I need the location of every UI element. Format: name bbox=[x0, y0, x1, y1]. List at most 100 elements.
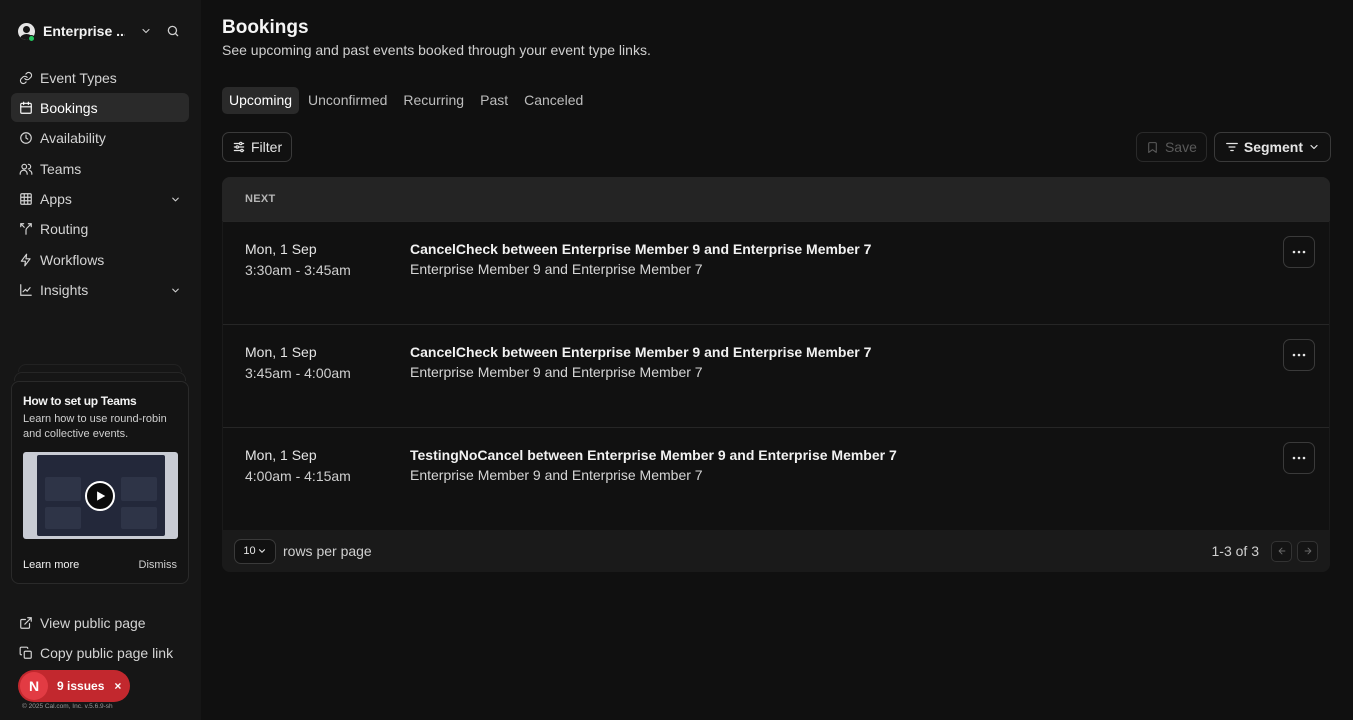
toolbar: Filter Save Segment bbox=[222, 132, 1331, 162]
search-icon[interactable] bbox=[163, 21, 183, 41]
sidebar-item-teams[interactable]: Teams bbox=[11, 154, 189, 183]
thumbnail-card bbox=[45, 477, 81, 501]
sidebar-item-label: Insights bbox=[40, 282, 89, 299]
next-page-button[interactable] bbox=[1297, 540, 1318, 562]
rows-per-page-value: 10 bbox=[243, 545, 256, 557]
learn-more-link[interactable]: Learn more bbox=[23, 559, 79, 571]
bookings-table: NEXT Mon, 1 Sep 3:30am - 3:45am CancelCh… bbox=[222, 177, 1330, 572]
sidebar-item-bookings[interactable]: Bookings bbox=[11, 93, 189, 123]
sidebar-item-workflows[interactable]: Workflows bbox=[11, 245, 189, 274]
more-actions-button[interactable] bbox=[1283, 442, 1315, 474]
filter-lines-icon bbox=[1225, 140, 1239, 154]
tab-unconfirmed[interactable]: Unconfirmed bbox=[301, 87, 394, 114]
view-public-page-link[interactable]: View public page bbox=[11, 608, 189, 637]
chevron-down-icon bbox=[139, 24, 153, 38]
booking-title: CancelCheck between Enterprise Member 9 … bbox=[410, 344, 872, 360]
copy-icon bbox=[19, 646, 33, 660]
chart-icon bbox=[19, 283, 33, 297]
chevron-down-icon bbox=[169, 193, 181, 205]
sidebar-item-label: Bookings bbox=[40, 99, 98, 116]
split-icon bbox=[19, 222, 33, 236]
save-segment-button[interactable]: Save bbox=[1135, 132, 1207, 162]
segment-label: Segment bbox=[1243, 139, 1303, 155]
more-actions-button[interactable] bbox=[1283, 339, 1315, 371]
thumbnail-card bbox=[45, 507, 81, 529]
arrow-right-icon bbox=[1304, 547, 1311, 555]
promo-video-thumbnail[interactable] bbox=[23, 452, 178, 539]
sidebar-item-apps[interactable]: Apps bbox=[11, 185, 189, 214]
bookmark-icon bbox=[1146, 140, 1160, 154]
booking-attendees: Enterprise Member 9 and Enterprise Membe… bbox=[410, 364, 703, 380]
link-icon bbox=[19, 71, 33, 85]
sidebar-item-label: Workflows bbox=[40, 251, 105, 268]
play-icon[interactable] bbox=[85, 481, 115, 511]
table-footer: 10 rows per page 1-3 of 3 bbox=[222, 530, 1330, 572]
online-status-dot bbox=[28, 35, 35, 42]
clock-icon bbox=[19, 131, 33, 145]
promo-card: How to set up Teams Learn how to use rou… bbox=[11, 381, 189, 584]
prev-page-button[interactable] bbox=[1271, 540, 1292, 562]
sidebar-item-label: Copy public page link bbox=[40, 644, 174, 661]
table-row[interactable]: Mon, 1 Sep 4:00am - 4:15am TestingNoCanc… bbox=[223, 427, 1329, 530]
filter-button[interactable]: Filter bbox=[222, 132, 293, 162]
filter-label: Filter bbox=[251, 139, 283, 155]
booking-when: Mon, 1 Sep 3:30am - 3:45am bbox=[245, 239, 351, 281]
booking-when: Mon, 1 Sep 3:45am - 4:00am bbox=[245, 342, 351, 384]
booking-time: 4:00am - 4:15am bbox=[245, 468, 351, 484]
sidebar-item-label: Availability bbox=[40, 130, 106, 147]
more-actions-button[interactable] bbox=[1283, 236, 1315, 268]
external-link-icon bbox=[19, 616, 33, 630]
issues-count: 9 issues bbox=[57, 679, 105, 693]
promo-description: Learn how to use round-robin and collect… bbox=[23, 413, 167, 440]
main-content: Bookings See upcoming and past events bo… bbox=[201, 0, 1353, 720]
sidebar-item-routing[interactable]: Routing bbox=[11, 215, 189, 244]
sidebar-item-label: Event Types bbox=[40, 69, 117, 86]
booking-attendees: Enterprise Member 9 and Enterprise Membe… bbox=[410, 261, 703, 277]
zap-icon bbox=[19, 253, 33, 267]
sidebar-nav: Event Types Bookings Availability Teams … bbox=[0, 63, 201, 305]
booking-time: 3:45am - 4:00am bbox=[245, 365, 351, 381]
booking-date: Mon, 1 Sep bbox=[245, 447, 317, 463]
sidebar-item-insights[interactable]: Insights bbox=[11, 276, 189, 305]
close-icon[interactable]: × bbox=[114, 679, 121, 693]
promo-stack-shadow bbox=[14, 372, 186, 381]
tab-recurring[interactable]: Recurring bbox=[396, 87, 471, 114]
app-root: Enterprise ... Event Types Bookings Avai… bbox=[0, 0, 1353, 720]
issues-badge[interactable]: N 9 issues × bbox=[18, 670, 130, 702]
segment-dropdown[interactable]: Segment bbox=[1213, 132, 1331, 162]
sidebar: Enterprise ... Event Types Bookings Avai… bbox=[0, 0, 201, 720]
table-row[interactable]: Mon, 1 Sep 3:45am - 4:00am CancelCheck b… bbox=[223, 324, 1329, 427]
page-subtitle: See upcoming and past events booked thro… bbox=[222, 42, 651, 58]
tab-upcoming[interactable]: Upcoming bbox=[222, 87, 300, 114]
sidebar-item-event-types[interactable]: Event Types bbox=[11, 63, 189, 92]
booking-tabs: Upcoming Unconfirmed Recurring Past Canc… bbox=[222, 87, 1331, 114]
tab-canceled[interactable]: Canceled bbox=[517, 87, 590, 114]
pagination-range: 1-3 of 3 bbox=[1211, 543, 1259, 559]
sidebar-item-label: View public page bbox=[40, 614, 146, 631]
rows-per-page-label: rows per page bbox=[283, 543, 372, 559]
booking-title: CancelCheck between Enterprise Member 9 … bbox=[410, 241, 872, 257]
tab-past[interactable]: Past bbox=[473, 87, 515, 114]
save-label: Save bbox=[1164, 139, 1197, 155]
booking-details: TestingNoCancel between Enterprise Membe… bbox=[410, 445, 897, 485]
sidebar-item-availability[interactable]: Availability bbox=[11, 124, 189, 153]
ellipsis-icon bbox=[1292, 250, 1306, 254]
table-row[interactable]: Mon, 1 Sep 3:30am - 3:45am CancelCheck b… bbox=[223, 221, 1329, 324]
page-title: Bookings bbox=[222, 17, 309, 38]
copy-public-page-link[interactable]: Copy public page link bbox=[11, 638, 189, 667]
booking-title: TestingNoCancel between Enterprise Membe… bbox=[410, 447, 897, 463]
users-icon bbox=[19, 162, 33, 176]
booking-date: Mon, 1 Sep bbox=[245, 241, 317, 257]
booking-time: 3:30am - 3:45am bbox=[245, 262, 351, 278]
sliders-icon bbox=[232, 140, 246, 154]
copyright: © 2025 Cal.com, Inc. v.5.6.9-sh bbox=[22, 703, 113, 710]
rows-per-page-select[interactable]: 10 bbox=[234, 538, 276, 564]
booking-date: Mon, 1 Sep bbox=[245, 344, 317, 360]
chevron-down-icon bbox=[169, 284, 181, 296]
promo-stack-shadow bbox=[18, 364, 182, 372]
thumbnail-card bbox=[121, 507, 157, 529]
dismiss-button[interactable]: Dismiss bbox=[139, 559, 178, 571]
arrow-left-icon bbox=[1278, 547, 1285, 555]
chevron-down-icon bbox=[1308, 141, 1320, 153]
sidebar-item-label: Apps bbox=[40, 191, 72, 208]
